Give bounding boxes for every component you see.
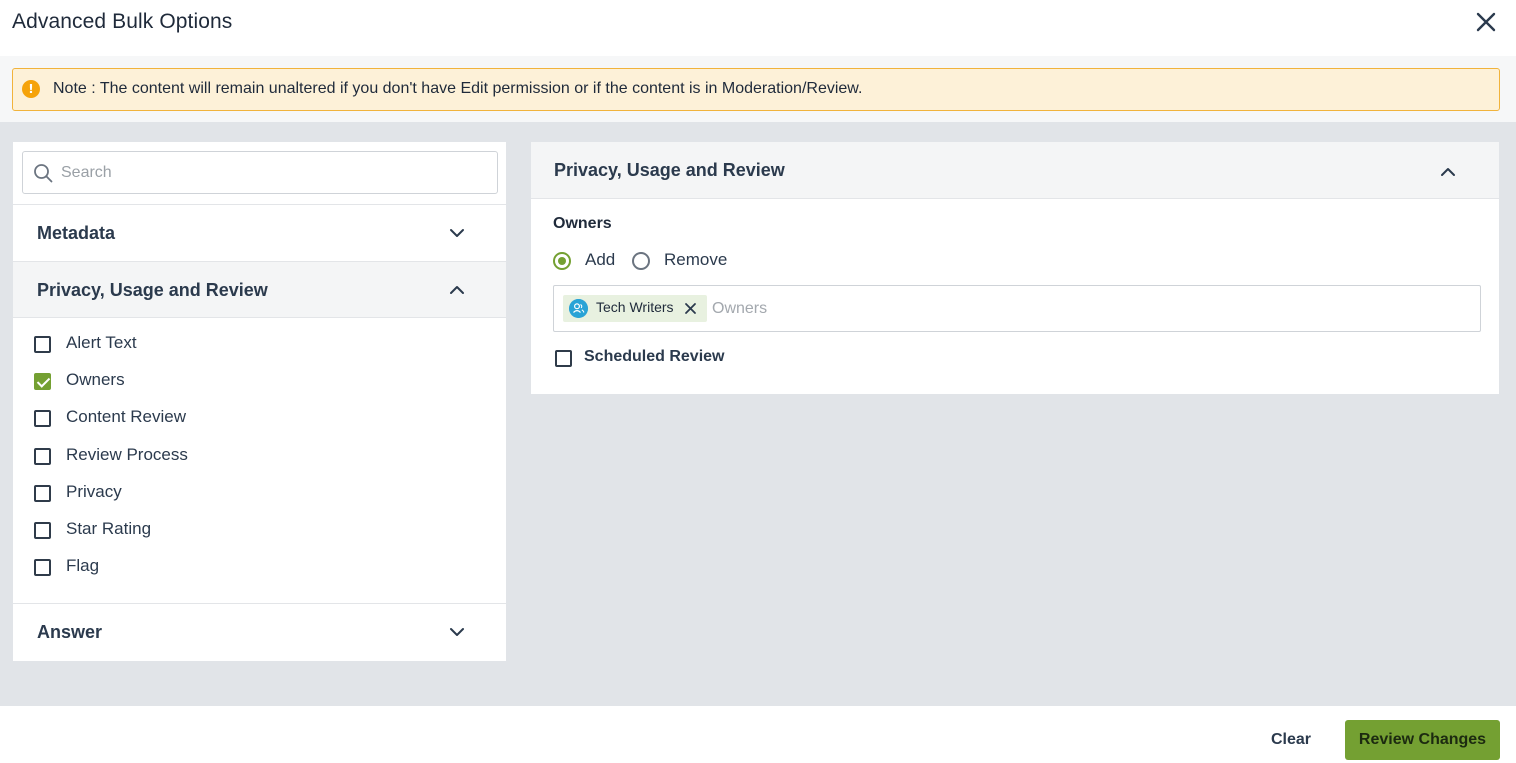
checkbox-label: Alert Text [66,333,137,352]
section-label: Privacy, Usage and Review [37,280,268,300]
checkbox-review-process[interactable]: Review Process [34,443,334,471]
panel-title: Privacy, Usage and Review [554,160,785,180]
radio-add[interactable]: Add [553,250,623,274]
radio-label: Remove [664,250,728,269]
panel-header: Privacy, Usage and Review [531,142,1499,199]
chevron-up-icon [450,286,464,294]
owners-label: Owners [553,215,612,232]
section-label: Answer [37,622,103,642]
options-panel: Metadata Privacy, Usage and Review Alert… [13,142,506,661]
checkbox-privacy[interactable]: Privacy [34,480,334,508]
section-label: Metadata [37,223,116,243]
radio-button[interactable] [632,252,650,270]
checkbox-label: Flag [66,556,100,575]
radio-remove[interactable]: Remove [632,250,732,274]
checkbox-label: Star Rating [66,519,152,538]
radio-label: Add [585,250,616,269]
chevron-up-icon[interactable] [1438,162,1458,182]
owner-chip-label: Tech Writers [596,299,674,315]
section-privacy-usage-review[interactable]: Privacy, Usage and Review [13,261,506,318]
section-answer[interactable]: Answer [13,603,506,660]
checkbox-star-rating[interactable]: Star Rating [34,517,334,545]
privacy-settings-panel: Privacy, Usage and Review Owners Add Rem… [531,142,1499,394]
owners-input[interactable] [712,294,1412,323]
scheduled-review-toggle[interactable]: Scheduled Review [555,348,755,374]
checkbox-owners[interactable]: Owners [34,368,334,396]
search-icon [34,164,53,183]
checkbox-label: Privacy [66,482,122,501]
owner-chip: Tech Writers [563,295,707,322]
checkbox[interactable] [34,373,51,390]
search-input[interactable] [61,152,491,193]
checkbox-content-review[interactable]: Content Review [34,405,334,433]
dialog-title: Advanced Bulk Options [12,10,233,33]
privacy-options-list: Alert Text Owners Content Review Review … [13,319,506,603]
dialog-header: Advanced Bulk Options [0,0,1516,56]
dialog-body: Metadata Privacy, Usage and Review Alert… [0,122,1516,706]
chevron-down-icon [450,229,464,237]
advanced-bulk-options-dialog: Advanced Bulk Options ! Note : The conte… [0,0,1516,763]
checkbox-label: Content Review [66,407,187,426]
checkbox[interactable] [34,522,51,539]
checkbox-label: Owners [66,370,125,389]
scheduled-review-label: Scheduled Review [584,348,725,365]
checkbox[interactable] [34,559,51,576]
clear-button[interactable]: Clear [1256,720,1326,760]
radio-button[interactable] [553,252,571,270]
checkbox-flag[interactable]: Flag [34,554,334,582]
chevron-down-icon [450,628,464,636]
search-box [22,151,498,194]
section-metadata[interactable]: Metadata [13,204,506,261]
close-icon[interactable] [1474,10,1498,34]
checkbox-label: Review Process [66,445,188,464]
dialog-footer: Clear Review Changes [0,706,1516,763]
review-changes-button[interactable]: Review Changes [1345,720,1500,760]
note-strip: ! Note : The content will remain unalter… [0,56,1516,122]
owners-tag-field[interactable]: Tech Writers [553,285,1481,332]
checkbox[interactable] [34,336,51,353]
note-text: Note : The content will remain unaltered… [53,80,863,97]
checkbox[interactable] [34,485,51,502]
info-icon: ! [22,80,40,98]
remove-chip-icon[interactable] [683,301,698,316]
group-avatar-icon [569,299,588,318]
checkbox-alert-text[interactable]: Alert Text [34,331,334,359]
permission-note: ! Note : The content will remain unalter… [12,68,1500,111]
checkbox[interactable] [555,350,572,367]
checkbox[interactable] [34,448,51,465]
checkbox[interactable] [34,410,51,427]
